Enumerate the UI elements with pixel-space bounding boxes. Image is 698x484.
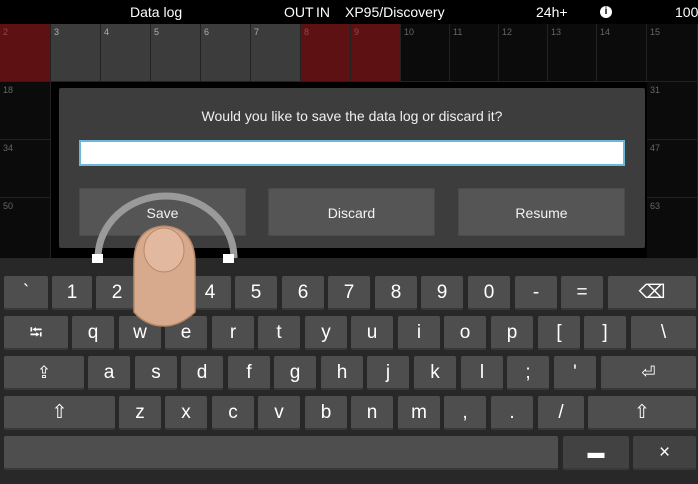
dialog-text-input[interactable] bbox=[79, 140, 625, 166]
key-t[interactable]: t bbox=[258, 316, 300, 350]
status-title: Data log bbox=[130, 4, 183, 20]
grid-cell[interactable]: 3 bbox=[51, 24, 101, 82]
shift-right-key[interactable]: ⇧ bbox=[588, 396, 696, 430]
key-bracket-left[interactable]: [ bbox=[538, 316, 580, 350]
grid-cell[interactable]: 63 bbox=[647, 198, 698, 260]
key-d[interactable]: d bbox=[181, 356, 223, 390]
dialog-message: Would you like to save the data log or d… bbox=[201, 108, 503, 124]
key-k[interactable]: k bbox=[414, 356, 456, 390]
key-8[interactable]: 8 bbox=[375, 276, 417, 310]
status-bar: Data log OUT IN XP95/Discovery 24h+ i 10… bbox=[0, 0, 698, 24]
key-6[interactable]: 6 bbox=[282, 276, 324, 310]
key-bracket-right[interactable]: ] bbox=[584, 316, 626, 350]
tab-key[interactable]: ⭾ bbox=[4, 316, 68, 350]
status-in: IN bbox=[316, 4, 330, 20]
key-minus[interactable]: - bbox=[515, 276, 557, 310]
enter-key[interactable]: ⏎ bbox=[601, 356, 696, 390]
key-period[interactable]: . bbox=[491, 396, 533, 430]
shift-left-key[interactable]: ⇧ bbox=[4, 396, 115, 430]
grid-cell[interactable]: 50 bbox=[0, 198, 51, 260]
status-device: XP95/Discovery bbox=[345, 4, 445, 20]
key-j[interactable]: j bbox=[367, 356, 409, 390]
close-keyboard-icon[interactable]: × bbox=[633, 436, 696, 470]
key-h[interactable]: h bbox=[321, 356, 363, 390]
discard-button[interactable]: Discard bbox=[268, 188, 435, 236]
key-q[interactable]: q bbox=[72, 316, 114, 350]
info-icon[interactable]: i bbox=[600, 6, 612, 18]
grid-cell[interactable]: 4 bbox=[101, 24, 151, 82]
grid-cell[interactable]: 12 bbox=[499, 24, 548, 82]
save-button[interactable]: Save bbox=[79, 188, 246, 236]
key-semicolon[interactable]: ; bbox=[507, 356, 549, 390]
status-out: OUT bbox=[284, 4, 314, 20]
key-7[interactable]: 7 bbox=[328, 276, 370, 310]
key-z[interactable]: z bbox=[119, 396, 161, 430]
key-a[interactable]: a bbox=[88, 356, 130, 390]
key-9[interactable]: 9 bbox=[421, 276, 463, 310]
key-0[interactable]: 0 bbox=[468, 276, 510, 310]
grid-cell[interactable]: 15 bbox=[647, 24, 698, 82]
grid-cell[interactable]: 6 bbox=[201, 24, 251, 82]
key-slash[interactable]: / bbox=[538, 396, 584, 430]
key-l[interactable]: l bbox=[461, 356, 503, 390]
key-5[interactable]: 5 bbox=[235, 276, 277, 310]
grid-cell[interactable]: 34 bbox=[0, 140, 51, 198]
key-comma[interactable]: , bbox=[444, 396, 486, 430]
key-1[interactable]: 1 bbox=[52, 276, 92, 310]
key-f[interactable]: f bbox=[228, 356, 270, 390]
key-e[interactable]: e bbox=[165, 316, 207, 350]
grid-cell[interactable]: 9 bbox=[351, 24, 401, 82]
grid-cell[interactable]: 13 bbox=[548, 24, 597, 82]
status-time: 24h+ bbox=[536, 4, 568, 20]
on-screen-keyboard: ` 1 2 3 4 5 6 7 8 9 0 - = ⌫ ⭾ q w e r t … bbox=[0, 258, 698, 484]
key-s[interactable]: s bbox=[135, 356, 177, 390]
key-g[interactable]: g bbox=[274, 356, 316, 390]
grid-cell[interactable]: 11 bbox=[450, 24, 499, 82]
grid-cell[interactable]: 14 bbox=[597, 24, 647, 82]
grid-cell[interactable]: 8 bbox=[301, 24, 351, 82]
grid-cell[interactable]: 5 bbox=[151, 24, 201, 82]
key-w[interactable]: w bbox=[119, 316, 161, 350]
status-value: 100 bbox=[675, 4, 698, 20]
key-x[interactable]: x bbox=[165, 396, 207, 430]
key-m[interactable]: m bbox=[398, 396, 440, 430]
backspace-key[interactable]: ⌫ bbox=[608, 276, 696, 310]
hide-keyboard-icon[interactable]: ▬ bbox=[563, 436, 629, 470]
space-key[interactable] bbox=[4, 436, 558, 470]
key-p[interactable]: p bbox=[491, 316, 533, 350]
grid-cell[interactable]: 10 bbox=[401, 24, 450, 82]
key-i[interactable]: i bbox=[398, 316, 440, 350]
grid-cell[interactable]: 2 bbox=[0, 24, 51, 82]
key-n[interactable]: n bbox=[351, 396, 393, 430]
key-v[interactable]: v bbox=[258, 396, 300, 430]
key-b[interactable]: b bbox=[305, 396, 347, 430]
caps-lock-key[interactable]: ⇪ bbox=[4, 356, 84, 390]
key-3[interactable]: 3 bbox=[142, 276, 184, 310]
key-r[interactable]: r bbox=[212, 316, 254, 350]
key-u[interactable]: u bbox=[351, 316, 393, 350]
key-backtick[interactable]: ` bbox=[4, 276, 48, 310]
resume-button[interactable]: Resume bbox=[458, 188, 625, 236]
key-apostrophe[interactable]: ' bbox=[554, 356, 596, 390]
key-2[interactable]: 2 bbox=[96, 276, 138, 310]
grid-cell[interactable]: 47 bbox=[647, 140, 698, 198]
key-y[interactable]: y bbox=[305, 316, 347, 350]
grid-cell[interactable]: 18 bbox=[0, 82, 51, 140]
key-4[interactable]: 4 bbox=[189, 276, 231, 310]
key-c[interactable]: c bbox=[212, 396, 254, 430]
key-o[interactable]: o bbox=[444, 316, 486, 350]
save-data-log-dialog: Would you like to save the data log or d… bbox=[59, 88, 645, 248]
grid-cell[interactable]: 7 bbox=[251, 24, 301, 82]
key-backslash[interactable]: \ bbox=[631, 316, 696, 350]
grid-cell[interactable]: 31 bbox=[647, 82, 698, 140]
key-equals[interactable]: = bbox=[561, 276, 603, 310]
